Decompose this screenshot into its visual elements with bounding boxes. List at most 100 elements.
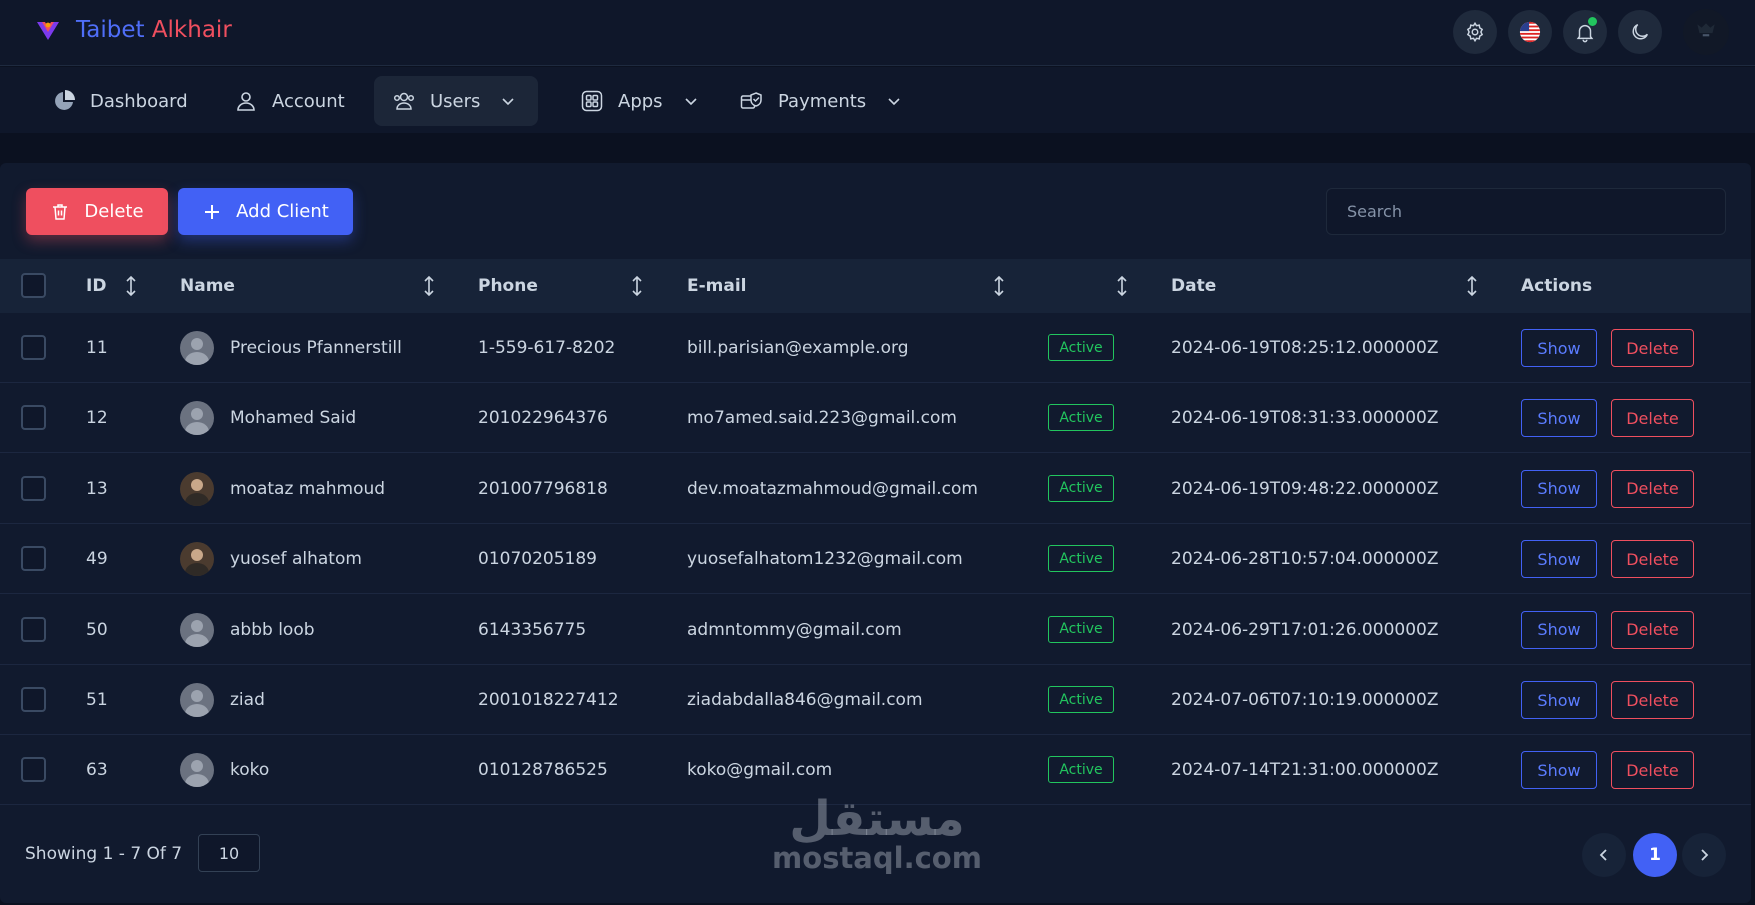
mostaql-watermark: مستقل mostaql.com (768, 795, 986, 873)
row-id: 50 (86, 619, 108, 640)
row-name: koko (230, 760, 270, 781)
row-name-cell: Precious Pfannerstill (180, 313, 402, 383)
row-name-cell: yuosef alhatom (180, 524, 362, 594)
row-name: yuosef alhatom (230, 549, 362, 570)
search-input[interactable] (1326, 188, 1726, 235)
row-checkbox[interactable] (21, 687, 46, 712)
nav-payments[interactable]: Payments (722, 76, 920, 126)
row-name: Precious Pfannerstill (230, 338, 402, 358)
watermark-arabic: مستقل (789, 791, 965, 847)
show-button[interactable]: Show (1521, 540, 1597, 579)
nav-apps[interactable]: Apps (562, 76, 717, 126)
bulk-delete-label: Delete (84, 201, 144, 222)
col-phone[interactable]: Phone (478, 259, 538, 313)
row-checkbox[interactable] (21, 335, 46, 360)
table-row: 13 moataz mahmoud 201007796818 dev.moatazma… (0, 454, 1751, 524)
table-header: ID Name Phone E-mail Date Actions (0, 259, 1751, 313)
row-checkbox[interactable] (21, 405, 46, 431)
show-button[interactable]: Show (1521, 469, 1597, 508)
page-button-current[interactable]: 1 (1633, 833, 1677, 877)
sort-arrows-icon[interactable] (1465, 275, 1479, 297)
status-badge: Active (1048, 404, 1114, 432)
nav-account-label: Account (272, 90, 345, 112)
add-client-button[interactable]: Add Client (178, 188, 353, 235)
row-email: mo7amed.said.223@gmail.com (687, 408, 957, 429)
nav-dashboard-label: Dashboard (90, 90, 188, 112)
row-checkbox[interactable] (21, 546, 46, 572)
row-id: 12 (86, 408, 108, 429)
row-phone: 201022964376 (478, 408, 608, 429)
delete-button[interactable]: Delete (1611, 329, 1694, 367)
row-checkbox[interactable] (21, 475, 46, 501)
per-page-select[interactable]: 10 (198, 834, 260, 872)
delete-button[interactable]: Delete (1611, 610, 1694, 649)
row-phone: 010128786525 (478, 760, 608, 781)
row-phone: 01070205189 (478, 549, 597, 570)
avatar (180, 612, 214, 647)
sort-arrows-icon[interactable] (992, 275, 1006, 297)
user-avatar[interactable] (1683, 9, 1729, 55)
col-email[interactable]: E-mail (687, 259, 747, 313)
delete-button[interactable]: Delete (1611, 540, 1694, 579)
moon-icon (1632, 23, 1649, 40)
avatar (180, 471, 214, 506)
row-name: abbb loob (230, 619, 315, 640)
top-bar: Taibet Alkhair (0, 0, 1755, 66)
nav-dashboard[interactable]: Dashboard (34, 76, 206, 126)
col-date[interactable]: Date (1171, 259, 1216, 313)
delete-button[interactable]: Delete (1611, 681, 1694, 719)
col-actions: Actions (1521, 276, 1593, 296)
show-button[interactable]: Show (1521, 751, 1597, 790)
row-id: 51 (86, 690, 108, 710)
row-name-cell: koko (180, 735, 269, 805)
avatar (180, 331, 214, 365)
select-all-checkbox[interactable] (21, 273, 46, 298)
watermark-latin: mostaql.com (772, 841, 982, 875)
delete-button[interactable]: Delete (1611, 751, 1694, 790)
avatar (180, 401, 214, 436)
status-badge: Active (1048, 615, 1114, 643)
row-date: 2024-06-19T08:25:12.000000Z (1171, 338, 1439, 358)
row-name: moataz mahmoud (230, 478, 386, 499)
row-name-cell: Mohamed Said (180, 383, 356, 453)
next-page-button[interactable] (1682, 833, 1726, 877)
show-button[interactable]: Show (1521, 329, 1597, 367)
avatar (180, 683, 214, 717)
show-button[interactable]: Show (1521, 610, 1597, 649)
trash-icon (53, 203, 68, 220)
plus-icon (205, 204, 220, 219)
prev-page-button[interactable] (1582, 833, 1626, 877)
status-badge: Active (1048, 756, 1114, 784)
row-checkbox[interactable] (21, 616, 46, 642)
row-date: 2024-06-28T10:57:04.000000Z (1171, 549, 1439, 570)
language-button[interactable] (1508, 10, 1552, 54)
brand[interactable]: Taibet Alkhair (34, 16, 232, 44)
status-badge: Active (1048, 474, 1114, 502)
delete-button[interactable]: Delete (1611, 399, 1694, 438)
users-icon (393, 92, 415, 110)
table-row: 11 Precious Pfannerstill 1-559-617-8202 bil… (0, 313, 1751, 383)
nav-users[interactable]: Users (374, 76, 538, 126)
row-email: bill.parisian@example.org (687, 338, 909, 358)
status-badge: Active (1048, 686, 1114, 713)
delete-button[interactable]: Delete (1611, 469, 1694, 508)
sort-arrows-icon[interactable] (630, 275, 644, 297)
show-button[interactable]: Show (1521, 681, 1597, 719)
sort-arrows-icon[interactable] (422, 275, 436, 297)
notifications-button[interactable] (1563, 10, 1607, 54)
bulk-delete-button[interactable]: Delete (26, 188, 168, 235)
sort-arrows-icon[interactable] (124, 275, 138, 297)
theme-toggle-button[interactable] (1618, 10, 1662, 54)
row-date: 2024-06-29T17:01:26.000000Z (1171, 619, 1439, 640)
status-badge: Active (1048, 545, 1114, 573)
avatar-silhouette-icon (1697, 23, 1715, 37)
col-name[interactable]: Name (180, 259, 235, 313)
row-checkbox[interactable] (21, 757, 46, 783)
nav-account[interactable]: Account (216, 76, 363, 126)
settings-button[interactable] (1453, 10, 1497, 54)
sort-arrows-icon[interactable] (1115, 275, 1129, 297)
col-id[interactable]: ID (86, 259, 106, 313)
row-id: 13 (86, 478, 108, 499)
show-button[interactable]: Show (1521, 399, 1597, 438)
status-badge: Active (1048, 334, 1114, 361)
